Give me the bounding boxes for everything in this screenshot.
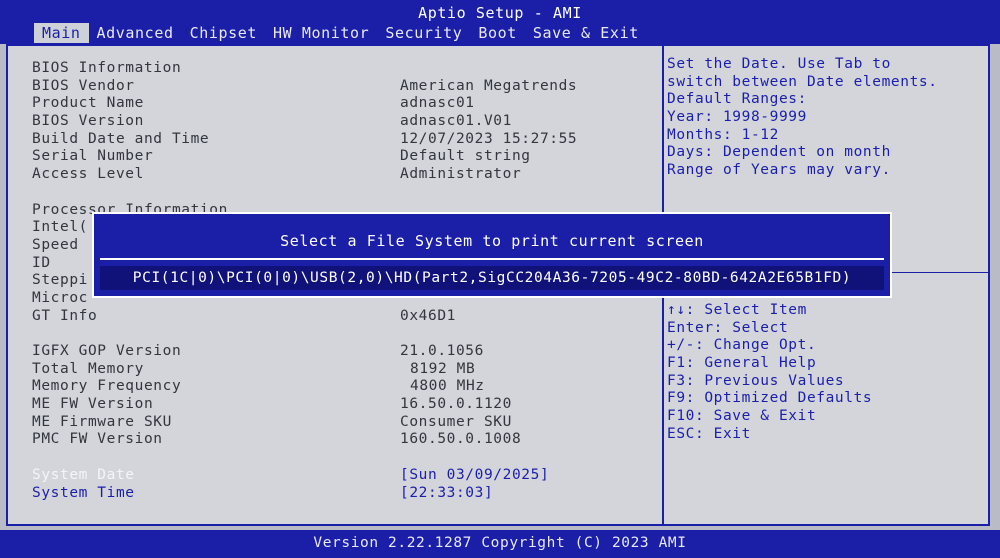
speed-label: Speed <box>32 236 79 253</box>
tab-hw-monitor[interactable]: HW Monitor <box>265 23 377 43</box>
key-hint: ↑↓: Select Item <box>667 302 807 318</box>
total-memory-row: Total Memory 8192 MB <box>32 361 652 379</box>
me-firmware-sku-row: ME Firmware SKU Consumer SKU <box>32 414 652 432</box>
tab-save-exit[interactable]: Save & Exit <box>525 23 647 43</box>
tab-main[interactable]: Main <box>34 23 89 43</box>
key-hint: ESC: Exit <box>667 425 751 442</box>
access-level-row: Access Level Administrator <box>32 166 652 184</box>
igfx-gop-row: IGFX GOP Version 21.0.1056 <box>32 343 652 361</box>
pmc-fw-version-value: 160.50.0.1008 <box>400 431 522 448</box>
pmc-fw-version-label: PMC FW Version <box>32 431 163 448</box>
help-line: Year: 1998-9999 <box>667 109 807 126</box>
tab-security[interactable]: Security <box>377 23 470 43</box>
me-fw-version-row: ME FW Version 16.50.0.1120 <box>32 396 652 414</box>
serial-number-label: Serial Number <box>32 148 154 165</box>
product-name-label: Product Name <box>32 95 144 112</box>
total-memory-label: Total Memory <box>32 360 144 377</box>
igfx-gop-label: IGFX GOP Version <box>32 343 182 359</box>
tab-advanced[interactable]: Advanced <box>89 23 182 43</box>
total-memory-value: 8192 MB <box>410 360 476 377</box>
bios-version-value: adnasc01.V01 <box>400 113 512 130</box>
help-line: Set the Date. Use Tab to <box>667 56 891 72</box>
igfx-gop-value: 21.0.1056 <box>400 343 484 359</box>
title-bar: Aptio Setup - AMI Main Advanced Chipset … <box>0 0 1000 44</box>
access-level-value: Administrator <box>400 166 522 183</box>
product-name-value: adnasc01 <box>400 95 475 112</box>
gt-info-label: GT Info <box>32 307 98 324</box>
key-hint: F10: Save & Exit <box>667 408 817 425</box>
key-hint: F9: Optimized Defaults <box>667 390 873 407</box>
key-hint: +/-: Change Opt. <box>667 337 817 354</box>
pmc-fw-version-row: PMC FW Version 160.50.0.1008 <box>32 431 652 449</box>
product-name-row: Product Name adnasc01 <box>32 95 652 113</box>
bios-vendor-value: American Megatrends <box>400 77 578 94</box>
help-line: Range of Years may vary. <box>667 162 891 179</box>
me-firmware-sku-value: Consumer SKU <box>400 413 512 430</box>
bios-version-row: BIOS Version adnasc01.V01 <box>32 113 652 131</box>
menu-tabs: Main Advanced Chipset HW Monitor Securit… <box>34 23 647 43</box>
build-date-value: 12/07/2023 15:27:55 <box>400 130 578 147</box>
access-level-label: Access Level <box>32 166 144 183</box>
version-copyright: Version 2.22.1287 Copyright (C) 2023 AMI <box>313 535 687 551</box>
section-heading: BIOS Information <box>32 60 182 76</box>
key-hint: Enter: Select <box>667 319 789 336</box>
dialog-divider <box>100 258 884 260</box>
bios-vendor-label: BIOS Vendor <box>32 77 135 94</box>
id-label: ID <box>32 254 51 271</box>
gt-info-row: GT Info 0x46D1 <box>32 308 652 326</box>
me-fw-version-value: 16.50.0.1120 <box>400 396 512 413</box>
help-text: Set the Date. Use Tab to switch between … <box>667 56 987 180</box>
help-line: Days: Dependent on month <box>667 144 891 161</box>
system-time-value[interactable]: [22:33:03] <box>400 485 493 503</box>
build-date-label: Build Date and Time <box>32 130 210 147</box>
system-date-row[interactable]: System Date [Sun 03/09/2025] <box>32 467 652 485</box>
key-hint: F3: Previous Values <box>667 372 845 389</box>
dialog-title: Select a File System to print current sc… <box>280 232 704 250</box>
gt-info-value: 0x46D1 <box>400 307 456 324</box>
help-line: switch between Date elements. <box>667 73 938 90</box>
help-line: Months: 1-12 <box>667 126 779 143</box>
bios-information-header: BIOS Information <box>32 60 652 78</box>
microcode-label: Microc <box>32 289 88 306</box>
memory-frequency-row: Memory Frequency 4800 MHz <box>32 378 652 396</box>
serial-number-row: Serial Number Default string <box>32 148 652 166</box>
tab-boot[interactable]: Boot <box>470 23 525 43</box>
memory-frequency-label: Memory Frequency <box>32 378 182 395</box>
tab-chipset[interactable]: Chipset <box>182 23 265 43</box>
bios-vendor-row: BIOS Vendor American Megatrends <box>32 78 652 96</box>
file-system-dialog: Select a File System to print current sc… <box>92 212 892 298</box>
stepping-label: Steppi <box>32 272 88 289</box>
system-time-label: System Time <box>32 484 135 501</box>
processor-name-label: Intel( <box>32 219 88 236</box>
key-legend: ↑↓: Select Item Enter: Select +/-: Chang… <box>667 302 987 444</box>
help-line: Default Ranges: <box>667 91 807 108</box>
bios-version-label: BIOS Version <box>32 113 144 130</box>
system-date-label: System Date <box>32 466 135 483</box>
footer-bar: Version 2.22.1287 Copyright (C) 2023 AMI <box>0 530 1000 558</box>
me-firmware-sku-label: ME Firmware SKU <box>32 413 172 430</box>
app-title: Aptio Setup - AMI <box>418 4 582 22</box>
memory-frequency-value: 4800 MHz <box>410 378 485 395</box>
file-system-option[interactable]: PCI(1C|0)\PCI(0|0)\USB(2,0)\HD(Part2,Sig… <box>100 266 884 290</box>
build-date-row: Build Date and Time 12/07/2023 15:27:55 <box>32 131 652 149</box>
serial-number-value: Default string <box>400 148 531 165</box>
system-time-row[interactable]: System Time [22:33:03] <box>32 485 652 503</box>
me-fw-version-label: ME FW Version <box>32 396 154 413</box>
system-date-value[interactable]: [Sun 03/09/2025] <box>400 467 549 485</box>
key-hint: F1: General Help <box>667 355 817 372</box>
